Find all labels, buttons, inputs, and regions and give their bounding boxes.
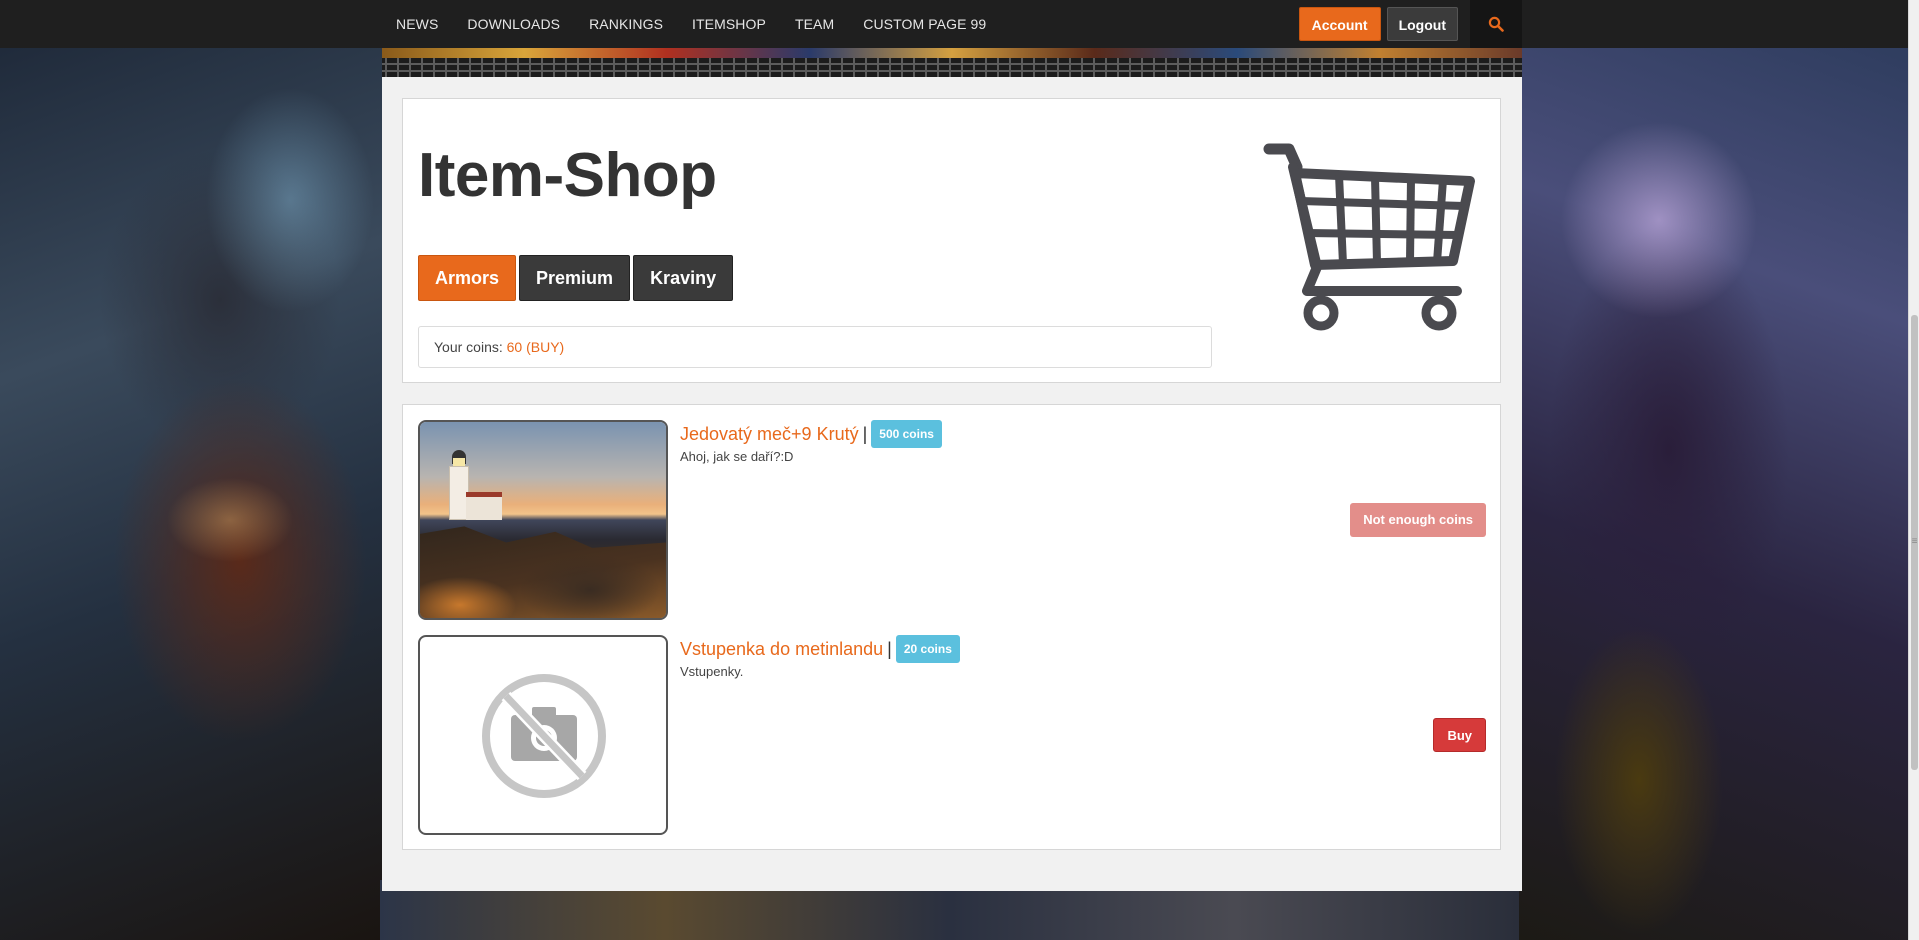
page-title: Item-Shop <box>418 141 717 210</box>
nav-link-custom-page[interactable]: CUSTOM PAGE 99 <box>863 16 986 32</box>
item-separator: | <box>862 423 868 444</box>
nav-link-itemshop[interactable]: ITEMSHOP <box>692 16 766 32</box>
lighthouse-lamp <box>453 458 465 466</box>
header-banner-strip <box>382 48 1522 58</box>
nav-link-team[interactable]: TEAM <box>795 16 834 32</box>
item-image <box>418 635 668 835</box>
coins-label: Your coins: <box>434 339 503 355</box>
item-image <box>418 420 668 620</box>
price-badge: 500 coins <box>871 420 942 448</box>
page-scrollbar[interactable]: ≡ <box>1908 0 1919 940</box>
search-icon <box>1488 16 1504 32</box>
coins-balance: Your coins: 60 (BUY) <box>418 326 1212 368</box>
account-button[interactable]: Account <box>1298 7 1381 41</box>
shop-header-panel: Item-Shop Armors Premium Kraviny Your co… <box>402 98 1501 383</box>
price-badge: 20 coins <box>895 635 960 663</box>
lighthouse-shape <box>446 450 502 520</box>
background-art-left <box>0 0 400 940</box>
shop-item: Vstupenka do metinlandu | 20 coins Vstup… <box>418 635 1486 835</box>
nav-actions: Account Logout <box>1298 0 1522 48</box>
nav-link-news[interactable]: NEWS <box>396 16 438 32</box>
coins-buy-link[interactable]: 60 (BUY) <box>507 339 565 355</box>
content-frame: Item-Shop Armors Premium Kraviny Your co… <box>382 48 1522 891</box>
logout-button[interactable]: Logout <box>1386 7 1458 41</box>
item-title-row: Jedovatý meč+9 Krutý | 500 coins <box>680 420 942 448</box>
item-description: Vstupenky. <box>680 664 744 679</box>
shopping-cart-icon <box>1263 143 1475 331</box>
nav-container: NEWS DOWNLOADS RANKINGS ITEMSHOP TEAM CU… <box>382 0 1522 48</box>
decorative-border <box>382 58 1522 77</box>
background-art-right <box>1499 0 1919 940</box>
buy-button[interactable]: Buy <box>1433 718 1486 752</box>
category-tabs: Armors Premium Kraviny <box>418 255 736 301</box>
shop-item: Jedovatý meč+9 Krutý | 500 coins Ahoj, j… <box>418 420 1486 620</box>
items-panel: Jedovatý meč+9 Krutý | 500 coins Ahoj, j… <box>402 404 1501 850</box>
top-navigation-bar: NEWS DOWNLOADS RANKINGS ITEMSHOP TEAM CU… <box>0 0 1919 48</box>
item-name-link[interactable]: Jedovatý meč+9 Krutý <box>680 424 859 445</box>
nav-link-downloads[interactable]: DOWNLOADS <box>467 16 560 32</box>
search-button[interactable] <box>1470 0 1522 48</box>
tab-premium[interactable]: Premium <box>519 255 631 301</box>
item-name-link[interactable]: Vstupenka do metinlandu <box>680 639 883 660</box>
nav-link-rankings[interactable]: RANKINGS <box>589 16 663 32</box>
scrollbar-grip-icon: ≡ <box>1911 536 1918 547</box>
no-image-icon <box>482 674 606 798</box>
tab-kraviny[interactable]: Kraviny <box>633 255 734 301</box>
not-enough-coins-button: Not enough coins <box>1350 503 1486 537</box>
item-title-row: Vstupenka do metinlandu | 20 coins <box>680 635 960 663</box>
nav-links: NEWS DOWNLOADS RANKINGS ITEMSHOP TEAM CU… <box>382 16 1015 32</box>
tab-armors[interactable]: Armors <box>418 255 517 301</box>
item-separator: | <box>887 638 892 659</box>
lighthouse-house <box>466 492 502 520</box>
item-description: Ahoj, jak se daří?:D <box>680 449 794 464</box>
